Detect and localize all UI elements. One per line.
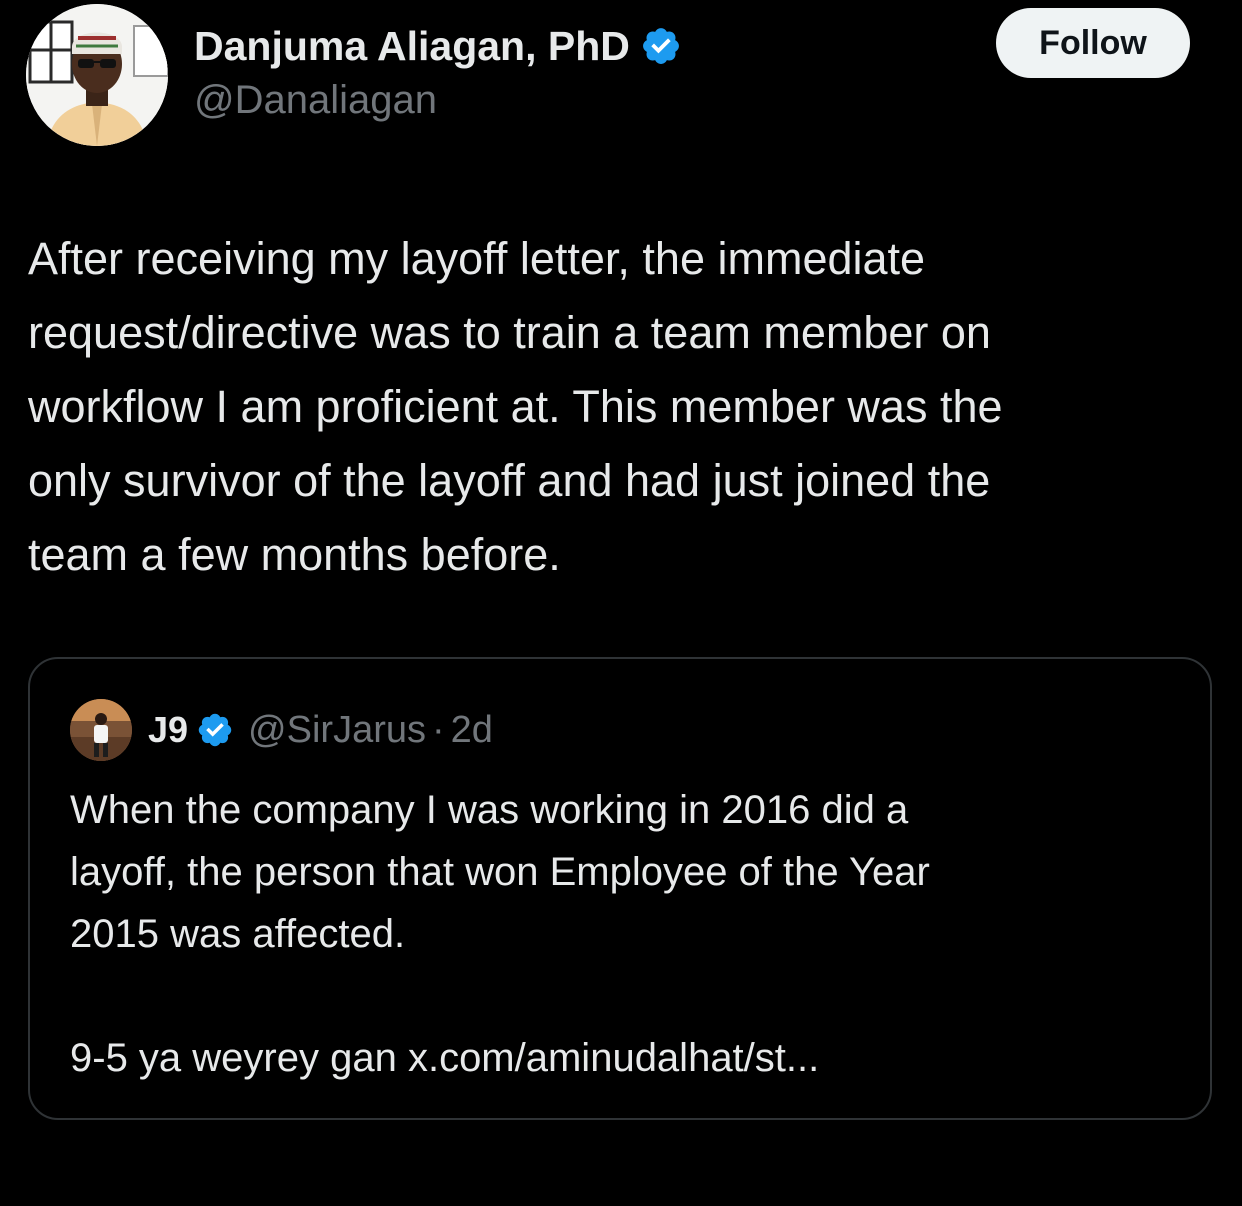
quoted-text-blank-line (70, 965, 1180, 1027)
quoted-tweet-text: When the company I was working in 2016 d… (70, 779, 1180, 1089)
quoted-text-line: When the company I was working in 2016 d… (70, 788, 909, 832)
tweet-text-line: workflow I am proficient at. This member… (28, 381, 1003, 432)
quoted-tweet-card[interactable]: J9 @SirJarus · 2d When the company I was… (28, 657, 1212, 1120)
header-separator: · (432, 708, 445, 751)
quoted-text-line: 9-5 ya weyrey gan x.com/aminudalhat/st..… (70, 1036, 820, 1080)
quoted-tweet-timestamp[interactable]: 2d (451, 709, 493, 752)
author-avatar-image (26, 4, 168, 146)
tweet-text-line: After receiving my layoff letter, the im… (28, 233, 926, 284)
verified-badge-icon (198, 713, 232, 747)
follow-button[interactable]: Follow (996, 8, 1190, 78)
quoted-tweet-header: J9 @SirJarus · 2d (148, 699, 493, 761)
quoted-author-name[interactable]: J9 (148, 709, 188, 751)
tweet-text-line: request/directive was to train a team me… (28, 307, 991, 358)
author-avatar[interactable] (26, 4, 168, 146)
author-name[interactable]: Danjuma Aliagan, PhD (194, 23, 630, 70)
verified-badge-icon (642, 28, 679, 64)
author-handle[interactable]: @Danaliagan (194, 78, 437, 123)
quoted-author-avatar[interactable] (70, 699, 132, 761)
quoted-author-handle[interactable]: @SirJarus (248, 709, 426, 752)
tweet[interactable]: Danjuma Aliagan, PhD @Danaliagan Follow … (0, 0, 1242, 1206)
tweet-text: After receiving my layoff letter, the im… (28, 222, 1224, 592)
quoted-author-avatar-image (70, 699, 132, 761)
quoted-text-line: layoff, the person that won Employee of … (70, 850, 930, 894)
tweet-text-line: team a few months before. (28, 529, 561, 580)
author-name-row[interactable]: Danjuma Aliagan, PhD (194, 16, 682, 76)
quoted-text-line: 2015 was affected. (70, 912, 406, 956)
tweet-text-line: only survivor of the layoff and had just… (28, 455, 991, 506)
